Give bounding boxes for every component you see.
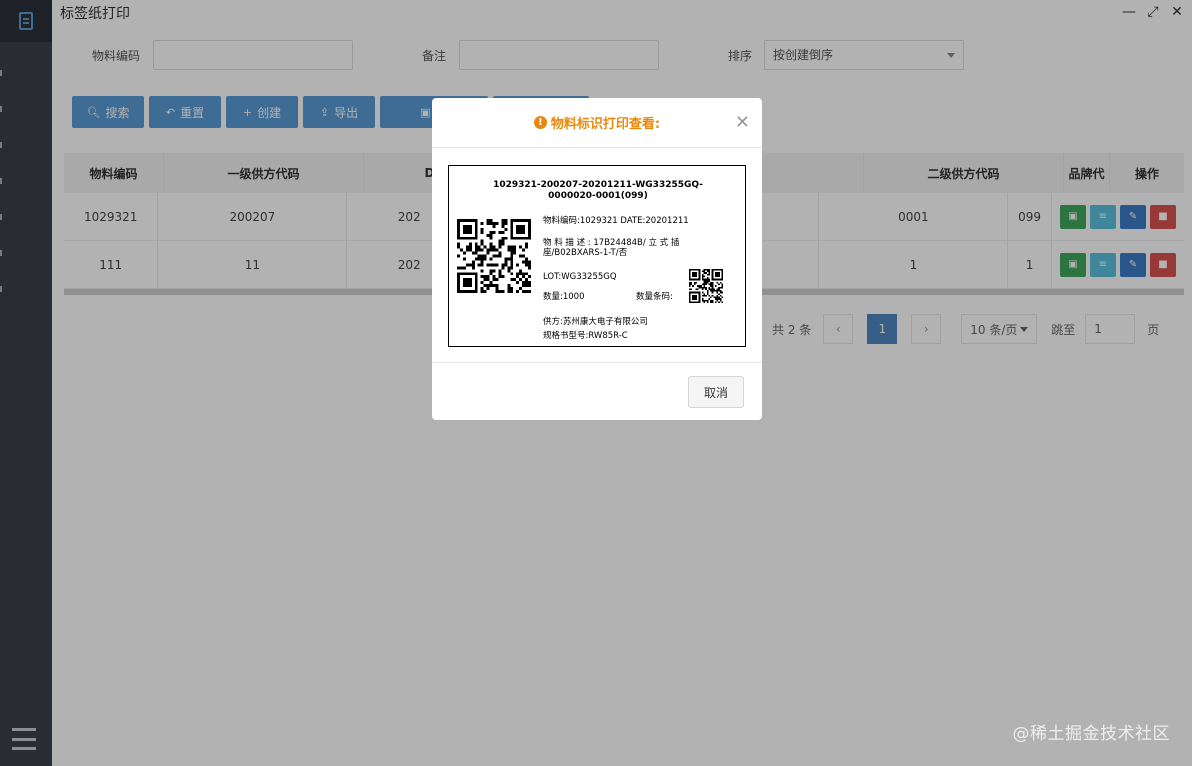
label-lot-line: LOT:WG33255GQ <box>543 272 617 282</box>
label-qty-code-label: 数量条码: <box>636 292 673 302</box>
qr-code-icon <box>457 219 531 293</box>
qr-code-small-icon <box>689 269 723 303</box>
label-code-line: 物料编码:1029321 DATE:20201211 <box>543 216 689 226</box>
info-icon: ! <box>533 116 547 129</box>
dialog-header: ! 物料标识打印查看: ✕ <box>432 98 762 148</box>
label-desc-line2: 座/B02BXARS-1-T/否 <box>543 248 628 258</box>
print-preview-dialog: ! 物料标识打印查看: ✕ 1029321-200207-20201211-WG… <box>432 98 762 420</box>
label-spec-line: 规格书型号:RW85R-C <box>543 331 628 341</box>
watermark: @稀土掘金技术社区 <box>1012 724 1170 744</box>
dialog-footer: 取消 <box>432 362 762 420</box>
label-preview: 1029321-200207-20201211-WG33255GQ-000002… <box>448 165 746 347</box>
close-icon[interactable]: ✕ <box>735 112 750 133</box>
label-qty-line: 数量:1000 <box>543 292 585 302</box>
label-barcode-text: 1029321-200207-20201211-WG33255GQ-000002… <box>493 180 703 201</box>
cancel-button[interactable]: 取消 <box>688 376 744 408</box>
dialog-title-text: 物料标识打印查看: <box>550 117 661 132</box>
label-desc-line1: 物 料 描 述 : 17B24484B/ 立 式 插 <box>543 238 680 248</box>
dialog-title: ! 物料标识打印查看: <box>533 113 661 132</box>
label-supplier-line: 供方:苏州康大电子有限公司 <box>543 317 648 327</box>
